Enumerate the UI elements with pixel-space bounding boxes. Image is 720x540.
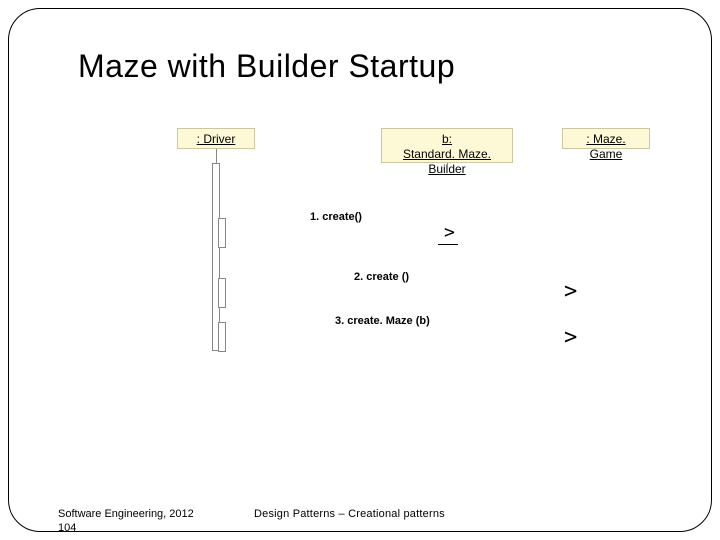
- message-3-label: 3. create. Maze (b): [335, 315, 430, 327]
- builder-lifeline-line: [447, 163, 448, 173]
- lifeline-driver: : Driver: [177, 128, 255, 149]
- driver-activation-inner3: [218, 322, 226, 352]
- lifeline-builder-label1: b:: [442, 132, 452, 146]
- message-1-arrowhead: >: [444, 224, 455, 242]
- message-1-label: 1. create(): [310, 211, 362, 223]
- page-title: Maze with Builder Startup: [78, 48, 455, 85]
- footer-center: Design Patterns – Creational patterns: [254, 508, 445, 520]
- lifeline-driver-label: : Driver: [197, 132, 236, 146]
- footer-page: 104: [58, 522, 76, 534]
- driver-lifeline-line: [216, 149, 217, 163]
- lifeline-builder: b: Standard. Maze. Builder: [381, 128, 513, 163]
- slide-frame: [8, 8, 712, 532]
- footer-left: Software Engineering, 2012: [58, 508, 194, 520]
- message-2-label: 2. create (): [354, 271, 409, 283]
- driver-activation-inner2: [218, 278, 226, 308]
- message-3-arrowhead: >: [564, 327, 577, 349]
- lifeline-mazegame: : Maze. Game: [562, 128, 650, 149]
- message-2-arrowhead: >: [564, 281, 577, 303]
- message-1-dash: [438, 244, 458, 245]
- lifeline-mazegame-label: : Maze. Game: [586, 132, 625, 161]
- driver-activation-inner1: [218, 218, 226, 248]
